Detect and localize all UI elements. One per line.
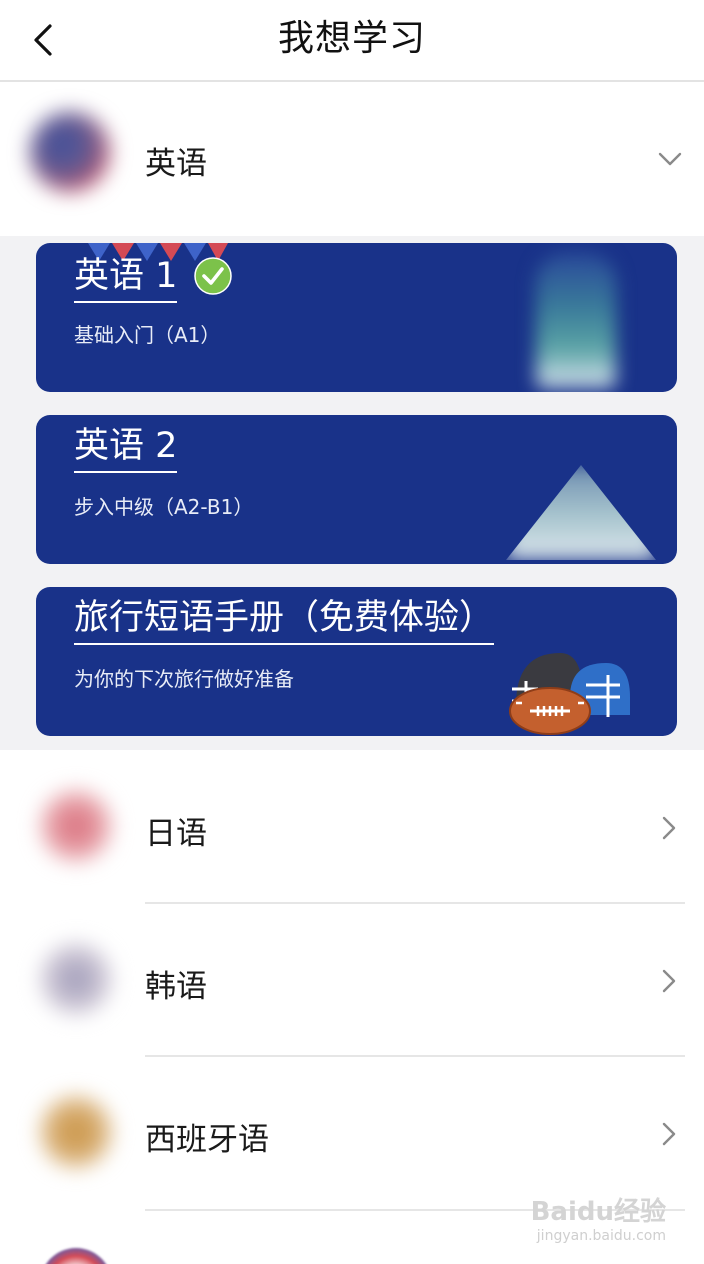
completed-check-icon <box>194 257 232 295</box>
page-title: 我想学习 <box>277 18 426 59</box>
course-subtitle: 为你的下次旅行做好准备 <box>74 667 294 691</box>
page: 我想学习 英语 英语 1 基础入门（A1） 英语 2 步入中级（A2-B1） 旅… <box>0 0 704 1264</box>
chevron-right-icon[interactable] <box>656 815 682 841</box>
language-row-korean[interactable]: 韩语 <box>0 905 704 1057</box>
top-nav-bar: 我想学习 <box>0 0 704 82</box>
course-card-english-1[interactable]: 英语 1 基础入门（A1） <box>36 243 677 392</box>
language-row-spanish[interactable]: 西班牙语 <box>0 1058 704 1210</box>
course-card-english-2[interactable]: 英语 2 步入中级（A2-B1） <box>36 415 677 564</box>
language-label: 日语 <box>145 816 207 852</box>
japan-flag-icon <box>40 790 112 862</box>
language-row-english[interactable]: 英语 <box>0 82 704 236</box>
course-subtitle: 基础入门（A1） <box>74 323 221 347</box>
watermark-brand: Baidu经验 <box>530 1197 666 1227</box>
baidu-watermark: Baidu经验 jingyan.baidu.com <box>531 1191 666 1244</box>
language-label: 韩语 <box>145 969 207 1005</box>
course-card-travel-phrasebook[interactable]: 旅行短语手册（免费体验） 为你的下次旅行做好准备 <box>36 587 677 736</box>
statue-of-liberty-illustration <box>536 253 616 388</box>
english-course-list: 英语 1 基础入门（A1） 英语 2 步入中级（A2-B1） 旅行短语手册（免费… <box>0 236 704 750</box>
course-subtitle: 步入中级（A2-B1） <box>74 495 254 519</box>
chevron-down-icon[interactable] <box>657 146 683 172</box>
partial-flag-icon <box>40 1248 112 1264</box>
course-title: 英语 2 <box>74 425 178 473</box>
spain-flag-icon <box>40 1096 112 1168</box>
course-title: 旅行短语手册（免费体验） <box>74 597 495 645</box>
us-flag-icon <box>30 112 110 192</box>
watermark-url: jingyan.baidu.com <box>536 1228 666 1244</box>
language-row-japanese[interactable]: 日语 <box>0 752 704 904</box>
chevron-right-icon[interactable] <box>656 1121 682 1147</box>
chevron-right-icon[interactable] <box>656 968 682 994</box>
football-helmets-illustration <box>509 653 630 735</box>
korea-flag-icon <box>40 943 112 1015</box>
language-label: 西班牙语 <box>145 1122 269 1158</box>
monument-illustration <box>506 465 656 560</box>
language-label: 英语 <box>145 146 207 182</box>
divider <box>145 1055 685 1057</box>
divider <box>145 902 685 904</box>
course-title: 英语 1 <box>74 255 178 303</box>
